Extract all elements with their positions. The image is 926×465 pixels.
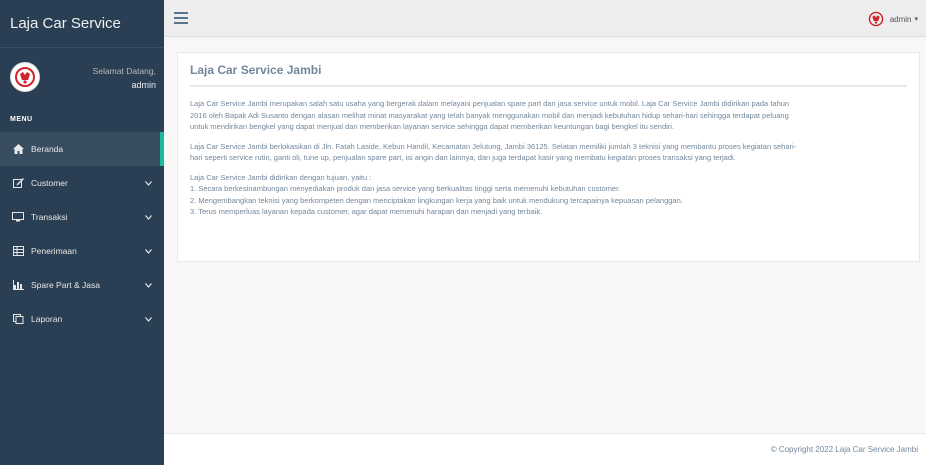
table-icon <box>11 246 25 256</box>
chevron-down-icon <box>144 316 152 322</box>
sidebar-item-beranda[interactable]: Beranda <box>0 132 164 166</box>
goal-item: 1. Secara berkesinambungan menyediakan p… <box>190 184 621 193</box>
sidebar-item-label: Laporan <box>31 314 63 324</box>
goal-item: 3. Terus memperluas layanan kepada custo… <box>190 207 543 216</box>
paragraph-line: Laja Car Service Jambi berlokasikan di J… <box>190 141 797 151</box>
copyright-text: © Copyright 2022 Laja Car Service Jambi <box>770 445 918 454</box>
user-menu-label: admin <box>889 14 912 24</box>
sidebar-item-transaksi[interactable]: Transaksi <box>0 200 164 234</box>
paragraph-line: 2016 oleh Bapak Adi Susanto dengan alasa… <box>190 110 789 120</box>
menu-heading: MENU <box>10 116 33 123</box>
clone-icon <box>11 314 25 324</box>
paragraph-line: Laja Car Service Jambi merupakan salah s… <box>190 99 790 108</box>
caret-down-icon: ▾ <box>914 16 918 23</box>
sidebar-item-label: Penerimaan <box>31 246 77 256</box>
profile-block: Selamat Datang, admin <box>0 48 164 106</box>
user-avatar-icon <box>868 11 884 27</box>
sidebar-item-spare-part-jasa[interactable]: Spare Part & Jasa <box>0 268 164 302</box>
sidebar-item-label: Beranda <box>31 144 64 154</box>
brand-title[interactable]: Laja Car Service <box>0 0 164 48</box>
page-title: Laja Car Service Jambi <box>190 63 907 87</box>
paragraph-line: Laja Car Service Jambi didirikan dengan … <box>190 172 372 182</box>
paragraph-line: untuk mendirikan bengkel yang dapat menj… <box>190 122 675 131</box>
profile-username: admin <box>131 80 156 90</box>
sidebar-item-label: Spare Part & Jasa <box>31 280 100 290</box>
paragraph-about: Laja Car Service Jambi merupakan salah s… <box>190 98 907 133</box>
footer: © Copyright 2022 Laja Car Service Jambi <box>164 433 926 465</box>
paragraph-location: Laja Car Service Jambi berlokasikan di J… <box>190 141 907 164</box>
nav-list: Beranda Customer Transaksi Penerimaan Sp… <box>0 132 164 336</box>
chevron-down-icon <box>144 282 152 288</box>
paragraph-line: hari seperti service rutin, ganti oli, t… <box>190 153 736 162</box>
avatar <box>10 62 40 92</box>
paragraph-goals: Laja Car Service Jambi didirikan dengan … <box>190 172 907 218</box>
top-navbar: admin ▾ <box>164 0 926 37</box>
logo-icon <box>15 67 35 87</box>
profile-greeting: Selamat Datang, <box>92 66 156 76</box>
sidebar-item-label: Customer <box>31 178 68 188</box>
user-menu[interactable]: admin ▾ <box>868 11 918 27</box>
sidebar: Laja Car Service Selamat Datang, admin M… <box>0 0 164 465</box>
sidebar-item-laporan[interactable]: Laporan <box>0 302 164 336</box>
edit-icon <box>11 178 25 188</box>
sidebar-item-label: Transaksi <box>31 212 68 222</box>
sidebar-item-penerimaan[interactable]: Penerimaan <box>0 234 164 268</box>
chevron-down-icon <box>144 248 152 254</box>
goal-item: 2. Mengembangkan teknisi yang berkompete… <box>190 195 683 205</box>
chevron-down-icon <box>144 180 152 186</box>
bar-chart-icon <box>11 280 25 290</box>
menu-toggle-icon[interactable] <box>174 12 188 24</box>
sidebar-item-customer[interactable]: Customer <box>0 166 164 200</box>
home-icon <box>11 144 25 154</box>
desktop-icon <box>11 212 25 222</box>
chevron-down-icon <box>144 214 152 220</box>
content-card: Laja Car Service Jambi Laja Car Service … <box>177 52 920 262</box>
